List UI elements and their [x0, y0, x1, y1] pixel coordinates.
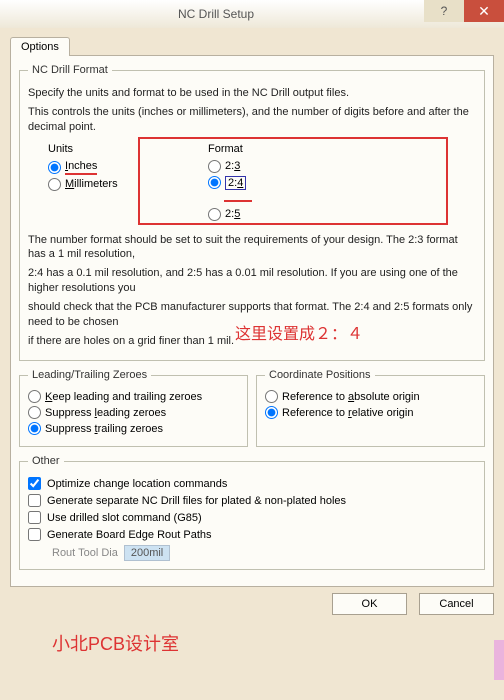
radio-2-4[interactable]: 2:4	[208, 176, 298, 190]
radio-2-5[interactable]: 2:5	[208, 208, 298, 221]
legend-other: Other	[28, 455, 64, 467]
bg-stripe	[494, 640, 504, 680]
radio-2-4-input[interactable]	[208, 176, 221, 189]
legend-zeroes: Leading/Trailing Zeroes	[28, 369, 151, 381]
cb-separate-files[interactable]: Generate separate NC Drill files for pla…	[28, 494, 476, 507]
cb-rout[interactable]: Generate Board Edge Rout Paths	[28, 528, 476, 541]
radio-millimeters[interactable]: Millimeters	[48, 178, 158, 191]
cb-separate-input[interactable]	[28, 494, 41, 507]
radio-abs-input[interactable]	[265, 390, 278, 403]
rout-tool-label: Rout Tool Dia	[52, 547, 118, 559]
format-label: Format	[208, 143, 298, 157]
close-button[interactable]: ✕	[464, 0, 504, 22]
legend-format: NC Drill Format	[28, 64, 112, 76]
format-desc-2: This controls the units (inches or milli…	[28, 105, 476, 135]
help-button[interactable]: ?	[424, 0, 464, 22]
radio-2-3-input[interactable]	[208, 160, 221, 173]
format-desc-1: Specify the units and format to be used …	[28, 86, 476, 101]
group-nc-drill-format: NC Drill Format Specify the units and fo…	[19, 64, 485, 361]
units-label: Units	[48, 143, 158, 157]
window-title: NC Drill Setup	[8, 7, 424, 21]
cancel-button[interactable]: Cancel	[419, 593, 494, 615]
radio-supT-input[interactable]	[28, 422, 41, 435]
rout-tool-row: Rout Tool Dia 200mil	[52, 545, 476, 561]
format-desc-3b: 2:4 has a 0.1 mil resolution, and 2:5 ha…	[28, 266, 476, 296]
cb-optimize-input[interactable]	[28, 477, 41, 490]
cb-g85[interactable]: Use drilled slot command (G85)	[28, 511, 476, 524]
radio-mm-input[interactable]	[48, 178, 61, 191]
title-bar: NC Drill Setup ? ✕	[0, 0, 504, 28]
radio-keep-input[interactable]	[28, 390, 41, 403]
cb-rout-input[interactable]	[28, 528, 41, 541]
radio-inches[interactable]: Inches	[48, 160, 158, 175]
tab-options[interactable]: Options	[10, 37, 70, 56]
options-panel: NC Drill Format Specify the units and fo…	[10, 55, 494, 587]
ok-button[interactable]: OK	[332, 593, 407, 615]
radio-relative[interactable]: Reference to relative origin	[265, 406, 476, 419]
annotation-text-1: 这里设置成２：４	[235, 320, 363, 344]
format-desc-3a: The number format should be set to suit …	[28, 233, 476, 263]
legend-coord: Coordinate Positions	[265, 369, 375, 381]
group-coord: Coordinate Positions Reference to absolu…	[256, 369, 485, 447]
radio-suppress-leading[interactable]: Suppress leading zeroes	[28, 406, 239, 419]
radio-absolute[interactable]: Reference to absolute origin	[265, 390, 476, 403]
radio-rel-input[interactable]	[265, 406, 278, 419]
group-other: Other Optimize change location commands …	[19, 455, 485, 570]
radio-keep-zeroes[interactable]: Keep leading and trailing zeroes	[28, 390, 239, 403]
cb-g85-input[interactable]	[28, 511, 41, 524]
radio-2-3[interactable]: 2:3	[208, 160, 298, 173]
rout-tool-value[interactable]: 200mil	[124, 545, 170, 561]
radio-2-5-input[interactable]	[208, 208, 221, 221]
cb-optimize[interactable]: Optimize change location commands	[28, 477, 476, 490]
group-zeroes: Leading/Trailing Zeroes Keep leading and…	[19, 369, 248, 447]
radio-inches-input[interactable]	[48, 161, 61, 174]
radio-supL-input[interactable]	[28, 406, 41, 419]
annotation-text-2: 小北PCB设计室	[52, 630, 179, 656]
radio-suppress-trailing[interactable]: Suppress trailing zeroes	[28, 422, 239, 435]
